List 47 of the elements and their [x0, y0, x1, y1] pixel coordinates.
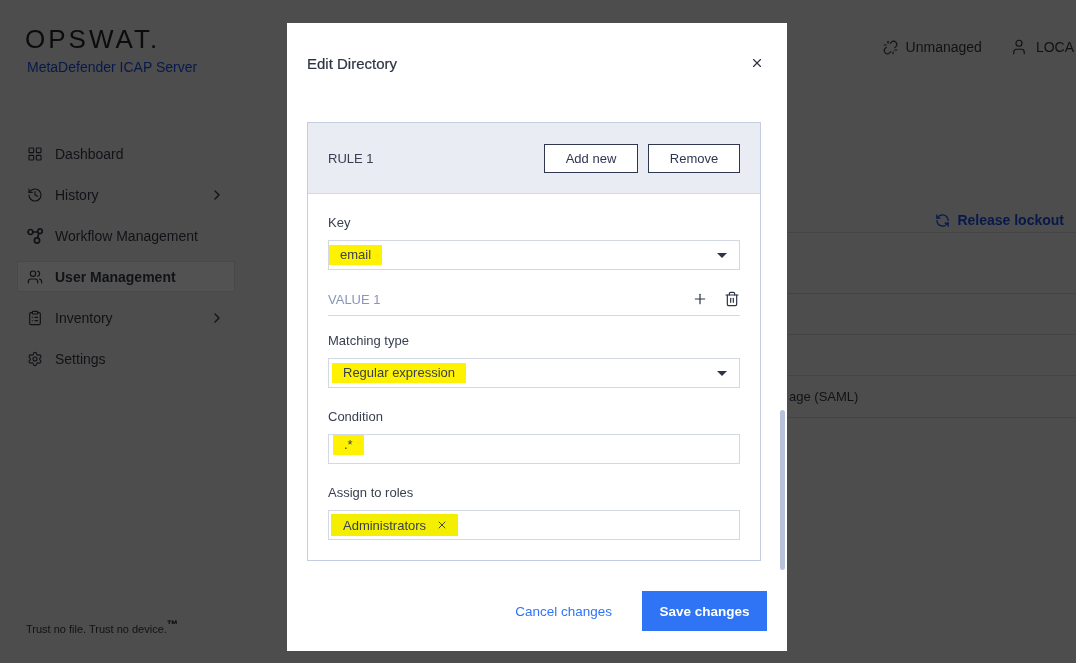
field-label: Matching type — [328, 332, 409, 350]
product-name: MetaDefender ICAP Server — [27, 59, 199, 75]
tags-field[interactable]: Administrators — [328, 510, 740, 540]
select-value: Regular expression — [332, 363, 466, 383]
settings-icon — [27, 350, 43, 367]
sidebar-item[interactable]: Dashboard — [17, 138, 235, 169]
select-field[interactable]: email — [328, 240, 740, 270]
grid-icon — [27, 145, 43, 162]
sidebar-item[interactable]: Inventory — [17, 302, 235, 333]
status-label: Unmanaged — [905, 39, 982, 55]
field-value: .* — [333, 435, 364, 455]
brand-logo: OPSWAT. — [25, 26, 162, 52]
caret-icon — [717, 370, 727, 376]
select-value: email — [329, 245, 383, 265]
sidebar-item[interactable]: User Management — [17, 261, 235, 292]
scrollbar-thumb[interactable] — [780, 410, 785, 570]
dialog-title: Edit Directory — [307, 54, 398, 72]
users-icon — [27, 268, 43, 285]
close-button[interactable] — [750, 56, 764, 70]
table-cell: age (SAML) — [789, 389, 859, 404]
field-label: Assign to roles — [328, 484, 414, 502]
nodes-icon — [27, 227, 43, 244]
user-name[interactable]: LOCA — [1035, 39, 1074, 55]
section-heading: VALUE 1 — [328, 291, 381, 307]
rule-title: RULE 1 — [328, 150, 374, 166]
history-icon — [27, 186, 43, 203]
text-field[interactable]: .* — [328, 434, 740, 464]
field-label: Key — [328, 214, 351, 232]
sidebar-item[interactable]: Workflow Management — [17, 220, 235, 251]
save-button[interactable]: Save changes — [642, 591, 767, 631]
sidebar-item[interactable]: Settings — [17, 343, 235, 374]
field-label: Condition — [328, 408, 383, 426]
select-field[interactable]: Regular expression — [328, 358, 740, 388]
close-icon — [750, 56, 764, 70]
add-new-button[interactable]: Add new — [544, 143, 638, 173]
add-button[interactable] — [692, 291, 708, 307]
cancel-link[interactable]: Cancel changes — [515, 603, 612, 619]
unlink-icon — [882, 39, 898, 55]
refresh-icon — [935, 212, 951, 228]
sidebar-item[interactable]: History — [17, 179, 235, 210]
delete-button[interactable] — [724, 291, 740, 307]
remove-button[interactable]: Remove — [648, 143, 740, 173]
caret-icon — [717, 252, 727, 258]
role-tag[interactable]: Administrators — [331, 514, 459, 536]
trash-icon — [724, 291, 740, 307]
plus-icon — [692, 291, 708, 307]
clipboard-icon — [27, 309, 43, 326]
